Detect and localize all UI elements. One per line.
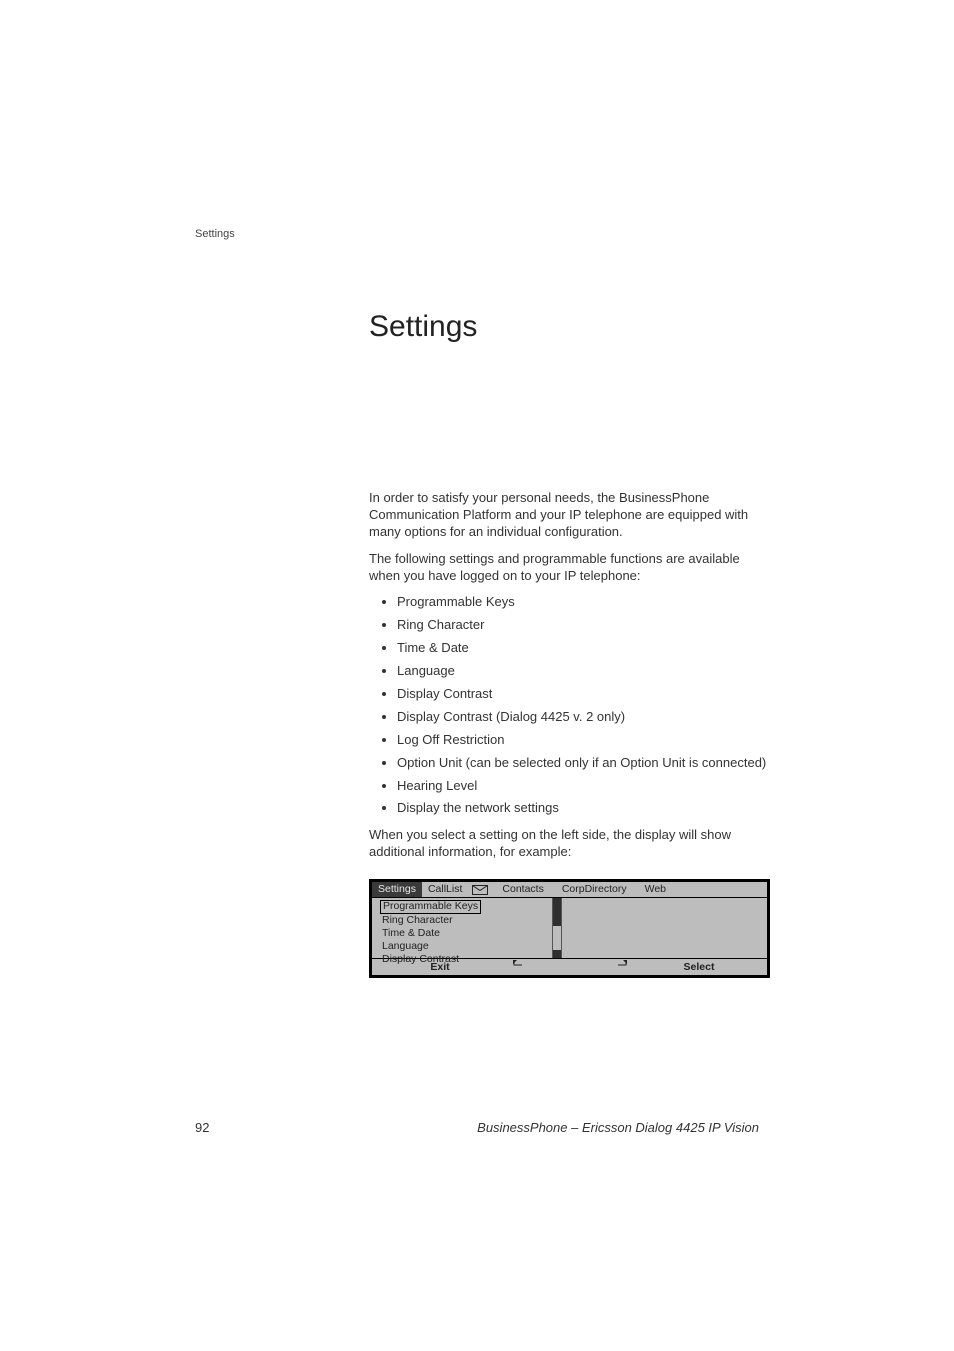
tab-contacts[interactable]: Contacts	[496, 882, 549, 897]
menu-item-ring-character[interactable]: Ring Character	[380, 914, 548, 927]
scrollbar-thumb[interactable]	[553, 898, 561, 926]
softkey-middle	[500, 960, 639, 974]
list-item: Language	[397, 663, 769, 680]
footer-product-name: BusinessPhone – Ericsson Dialog 4425 IP …	[477, 1120, 759, 1135]
list-item: Log Off Restriction	[397, 732, 769, 749]
page: Settings Settings In order to satisfy yo…	[0, 0, 954, 1351]
tab-corpdirectory[interactable]: CorpDirectory	[556, 882, 633, 897]
list-item: Programmable Keys	[397, 594, 769, 611]
phone-detail-pane	[562, 898, 767, 958]
scrollbar-bottom-cap	[553, 950, 561, 958]
menu-item-programmable-keys[interactable]: Programmable Keys	[380, 900, 481, 914]
settings-bullet-list: Programmable Keys Ring Character Time & …	[369, 594, 769, 817]
arrow-up-left-icon	[513, 960, 525, 974]
list-item: Display Contrast	[397, 686, 769, 703]
intro-paragraph-1: In order to satisfy your personal needs,…	[369, 490, 769, 541]
tab-settings[interactable]: Settings	[372, 882, 422, 897]
list-item: Display the network settings	[397, 800, 769, 817]
phone-settings-menu: Programmable Keys Ring Character Time & …	[372, 898, 552, 958]
body-column: In order to satisfy your personal needs,…	[369, 490, 769, 871]
running-header-section: Settings	[195, 228, 235, 240]
tab-web[interactable]: Web	[639, 882, 672, 897]
list-item: Ring Character	[397, 617, 769, 634]
page-title: Settings	[369, 310, 477, 344]
list-item: Hearing Level	[397, 778, 769, 795]
phone-body: Programmable Keys Ring Character Time & …	[372, 898, 767, 958]
envelope-icon	[472, 885, 488, 895]
menu-item-time-date[interactable]: Time & Date	[380, 927, 548, 940]
page-number: 92	[195, 1120, 209, 1135]
softkey-exit[interactable]: Exit	[380, 961, 500, 974]
tab-calllist[interactable]: CallList	[422, 882, 468, 897]
phone-menu-scrollbar[interactable]	[552, 898, 562, 958]
list-item: Display Contrast (Dialog 4425 v. 2 only)	[397, 709, 769, 726]
softkey-select[interactable]: Select	[639, 961, 759, 974]
list-item: Time & Date	[397, 640, 769, 657]
intro-paragraph-2: The following settings and programmable …	[369, 551, 769, 585]
menu-item-language[interactable]: Language	[380, 940, 548, 953]
phone-softkey-bar: Exit Select	[372, 958, 767, 975]
example-lead-in: When you select a setting on the left si…	[369, 827, 769, 861]
phone-tab-bar: Settings CallList Contacts CorpDirectory…	[372, 882, 767, 898]
arrow-up-right-icon	[615, 960, 627, 974]
phone-display-illustration: Settings CallList Contacts CorpDirectory…	[369, 879, 770, 978]
list-item: Option Unit (can be selected only if an …	[397, 755, 769, 772]
